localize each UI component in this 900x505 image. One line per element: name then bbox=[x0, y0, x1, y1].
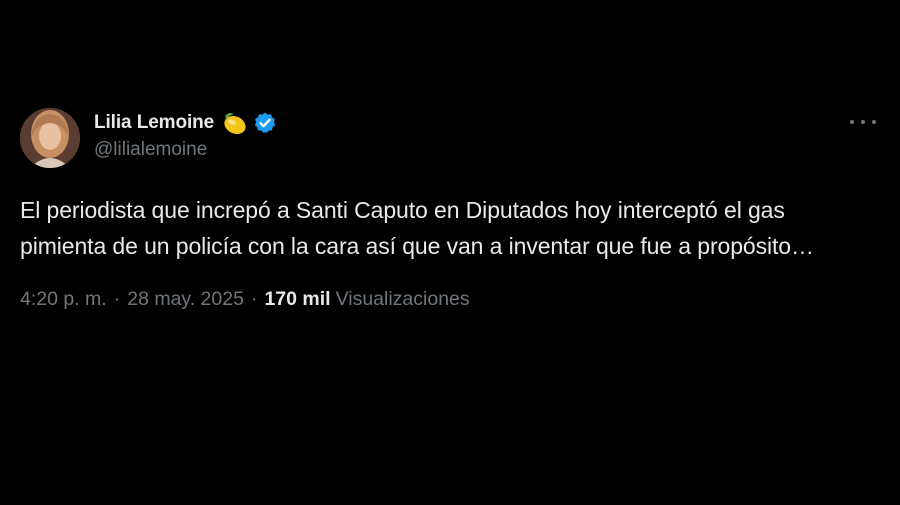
views-count[interactable]: 170 mil bbox=[264, 288, 330, 311]
tweet-time[interactable]: 4:20 p. m. bbox=[20, 288, 107, 311]
verified-badge-icon[interactable] bbox=[253, 111, 277, 135]
more-dot bbox=[872, 120, 876, 124]
more-dot bbox=[850, 120, 854, 124]
meta-separator: · bbox=[113, 288, 121, 310]
avatar[interactable] bbox=[20, 108, 80, 168]
tweet-text: El periodista que increpó a Santi Caputo… bbox=[20, 197, 814, 259]
user-block: Lilia Lemoine @lilialemoine bbox=[94, 110, 277, 161]
views-label[interactable]: Visualizaciones bbox=[336, 288, 470, 311]
tweet: Lilia Lemoine @lilialemoine El periodist… bbox=[20, 104, 880, 311]
lemon-emoji-icon bbox=[220, 110, 250, 136]
user-handle[interactable]: @lilialemoine bbox=[94, 139, 277, 161]
tweet-meta: 4:20 p. m. · 28 may. 2025 · 170 mil Visu… bbox=[20, 288, 880, 311]
meta-separator: · bbox=[250, 288, 258, 310]
tweet-date[interactable]: 28 may. 2025 bbox=[127, 288, 244, 311]
display-name[interactable]: Lilia Lemoine bbox=[94, 112, 214, 134]
tweet-header: Lilia Lemoine @lilialemoine bbox=[20, 104, 880, 170]
more-options-icon[interactable] bbox=[850, 112, 876, 132]
more-dot bbox=[861, 120, 865, 124]
name-row: Lilia Lemoine bbox=[94, 110, 277, 136]
